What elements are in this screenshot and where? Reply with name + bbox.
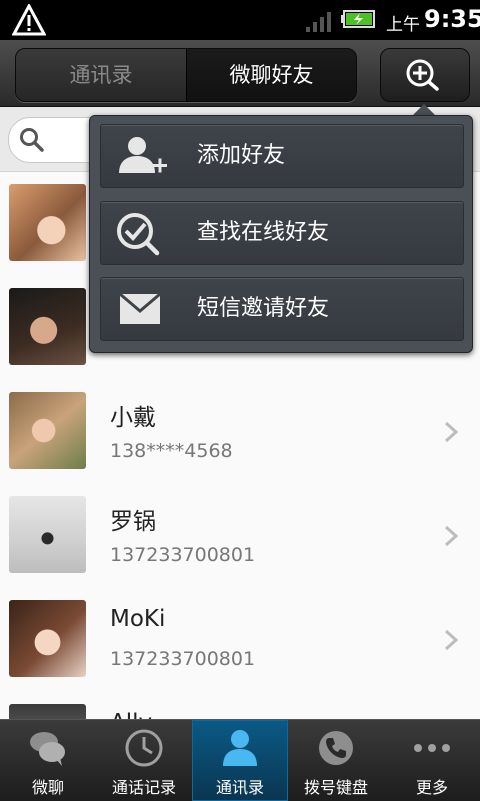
find-check-icon bbox=[117, 213, 160, 256]
status-time: 9:35 bbox=[424, 5, 480, 33]
contact-phone: 137233700801 bbox=[110, 648, 256, 670]
menu-item-label: 查找在线好友 bbox=[197, 220, 330, 245]
battery-charging-icon bbox=[341, 10, 375, 28]
contact-phone: 137233700801 bbox=[110, 544, 256, 566]
add-friend-button[interactable] bbox=[380, 48, 470, 102]
segmented-tabs: 通讯录 微聊好友 bbox=[15, 48, 357, 102]
nav-label: 通讯录 bbox=[215, 778, 264, 797]
chevron-right-icon bbox=[444, 629, 459, 651]
menu-item-add-friend[interactable]: 添加好友 bbox=[100, 124, 464, 188]
avatar bbox=[9, 184, 86, 261]
nav-label: 更多 bbox=[415, 778, 448, 797]
contact-phone: 138****4568 bbox=[110, 440, 233, 462]
avatar bbox=[9, 496, 86, 573]
nav-label: 微聊 bbox=[31, 778, 64, 797]
nav-dialpad[interactable]: 拨号键盘 bbox=[288, 720, 384, 801]
list-item[interactable]: MoKi 137233700801 bbox=[0, 588, 480, 693]
warning-triangle-icon bbox=[12, 4, 46, 36]
more-dots-icon bbox=[414, 744, 450, 752]
contact-person-icon bbox=[223, 730, 257, 766]
contact-name: 小戴 bbox=[110, 405, 156, 431]
menu-item-label: 添加好友 bbox=[197, 143, 286, 168]
envelope-icon bbox=[119, 292, 161, 324]
tab-weliao-friends[interactable]: 微聊好友 bbox=[187, 49, 356, 101]
chevron-right-icon bbox=[444, 421, 459, 443]
bottom-nav: 微聊 通话记录 通讯录 拨号键盘 更多 bbox=[0, 719, 480, 801]
status-ampm: 上午 bbox=[386, 15, 420, 35]
top-bar: 通讯录 微聊好友 bbox=[0, 40, 480, 107]
menu-item-label: 短信邀请好友 bbox=[197, 296, 330, 321]
menu-item-sms-invite[interactable]: 短信邀请好友 bbox=[100, 277, 464, 341]
avatar bbox=[9, 288, 86, 365]
nav-label: 拨号键盘 bbox=[303, 778, 368, 797]
list-item[interactable]: 罗锅 137233700801 bbox=[0, 484, 480, 589]
avatar bbox=[9, 392, 86, 469]
signal-bars-icon bbox=[306, 12, 331, 32]
list-item[interactable]: 小戴 138****4568 bbox=[0, 380, 480, 485]
nav-contacts[interactable]: 通讯录 bbox=[192, 720, 288, 801]
contact-name: MoKi bbox=[110, 606, 166, 632]
phone-handset-icon bbox=[319, 731, 353, 765]
tab-contacts[interactable]: 通讯录 bbox=[16, 49, 187, 101]
add-search-icon bbox=[406, 59, 439, 91]
nav-label: 通话记录 bbox=[111, 778, 176, 797]
add-friend-menu: 添加好友 查找在线好友 短信邀请好友 bbox=[89, 115, 473, 353]
avatar bbox=[9, 600, 86, 677]
chat-bubbles-icon bbox=[30, 732, 65, 766]
add-person-icon bbox=[119, 137, 167, 173]
contact-name: 罗锅 bbox=[110, 509, 156, 535]
status-bar: 上午 9:35 bbox=[0, 0, 480, 40]
nav-more[interactable]: 更多 bbox=[384, 720, 480, 801]
nav-weliao[interactable]: 微聊 bbox=[0, 720, 96, 801]
nav-call-log[interactable]: 通话记录 bbox=[96, 720, 192, 801]
search-icon bbox=[20, 128, 44, 152]
chevron-right-icon bbox=[444, 525, 459, 547]
clock-icon bbox=[125, 729, 163, 767]
menu-item-find-online-friends[interactable]: 查找在线好友 bbox=[100, 201, 464, 265]
